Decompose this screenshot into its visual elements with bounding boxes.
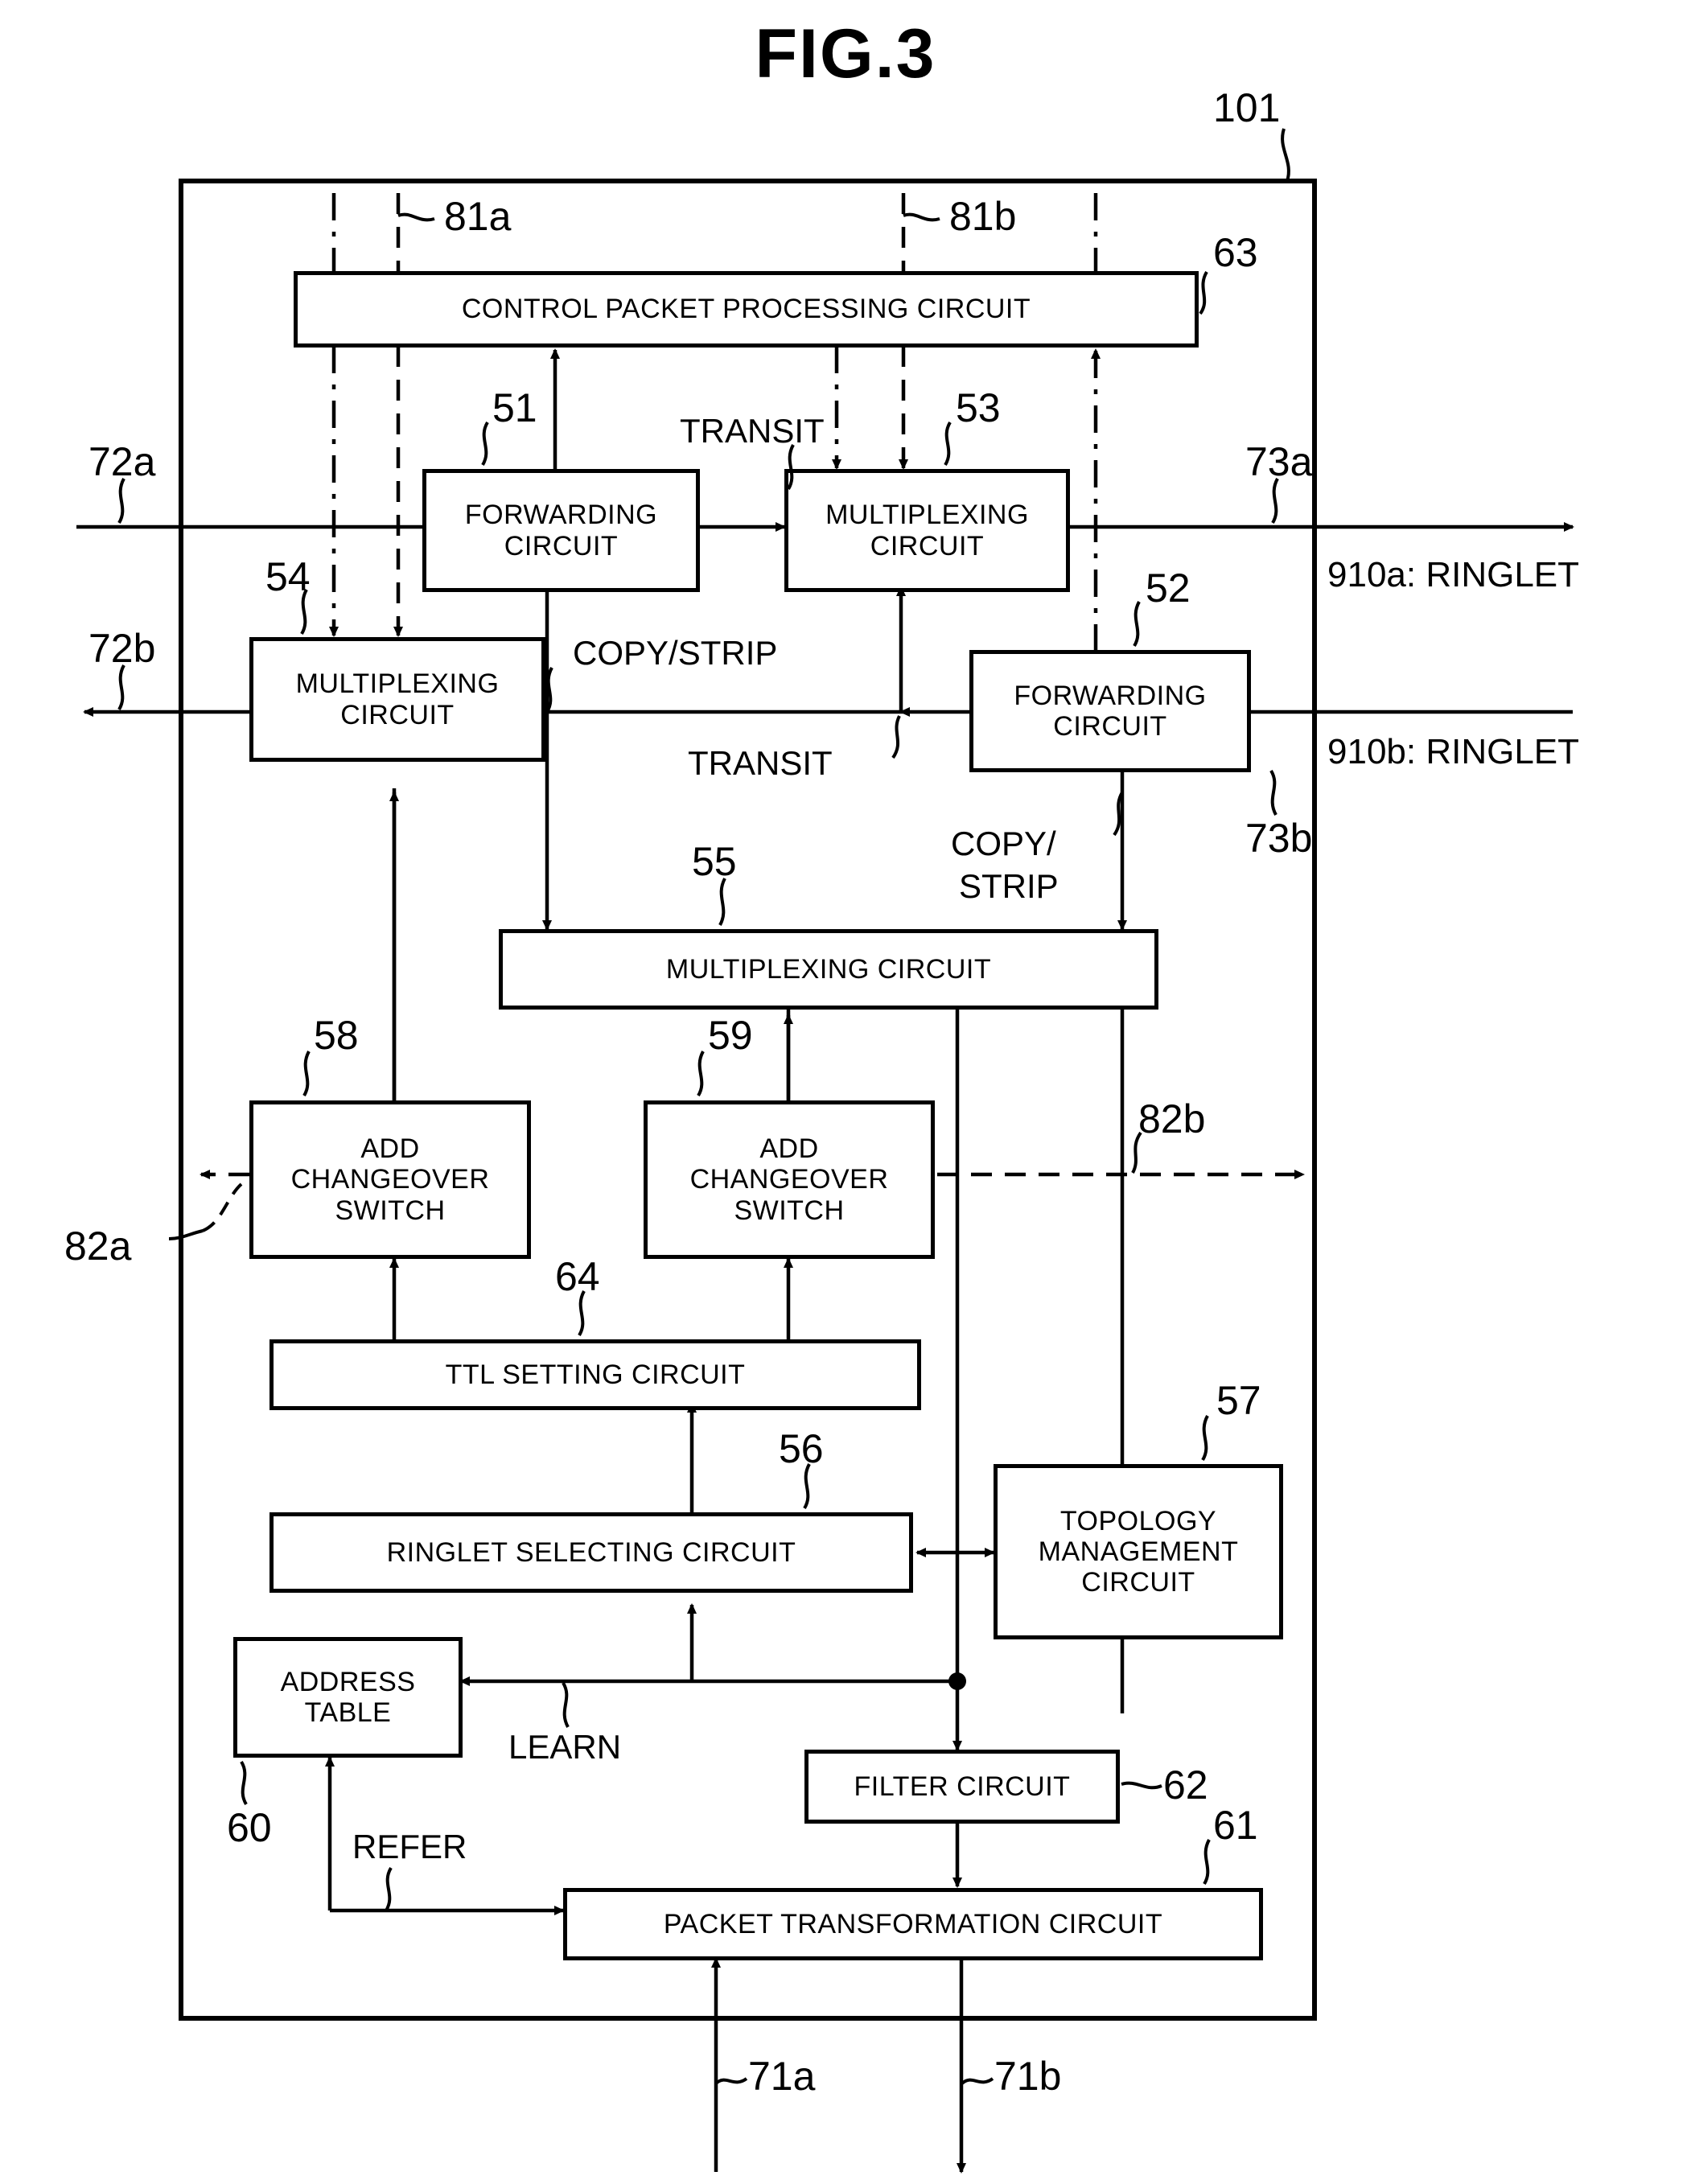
ref-57: 57	[1216, 1378, 1261, 1423]
ref-55: 55	[692, 839, 737, 884]
patent-figure-canvas: FIG.3 CONTROL PACKET PROCESSING CIRCUIT …	[0, 0, 1691, 2184]
control-packet-processing-circuit-block[interactable]: CONTROL PACKET PROCESSING CIRCUIT	[294, 271, 1199, 348]
topology-management-circuit-label-line1: TOPOLOGY	[1059, 1505, 1217, 1536]
ringlet-selecting-circuit-block[interactable]: RINGLET SELECTING CIRCUIT	[269, 1512, 913, 1593]
multiplexing-circuit-55-block[interactable]: MULTIPLEXING CIRCUIT	[499, 929, 1158, 1010]
ref-64: 64	[555, 1254, 600, 1299]
topology-management-circuit-label-line2: MANAGEMENT	[1038, 1536, 1239, 1567]
copy-strip-left-label: COPY/STRIP	[573, 634, 778, 672]
learn-label: LEARN	[508, 1728, 622, 1766]
multiplexing-circuit-54-block[interactable]: MULTIPLEXING CIRCUIT	[249, 637, 545, 762]
multiplexing-circuit-54-label-line2: CIRCUIT	[340, 699, 455, 730]
ref-73b: 73b	[1245, 816, 1313, 861]
topology-management-circuit-label-line3: CIRCUIT	[1081, 1567, 1195, 1598]
ref-73a: 73a	[1245, 439, 1313, 484]
ref-54: 54	[265, 554, 311, 599]
add-changeover-switch-59-label-line2: CHANGEOVER	[689, 1164, 889, 1195]
ref-61: 61	[1213, 1803, 1258, 1848]
figure-title: FIG.3	[755, 15, 936, 93]
address-table-label-line2: TABLE	[304, 1697, 392, 1728]
forwarding-circuit-52-block[interactable]: FORWARDING CIRCUIT	[969, 650, 1251, 772]
forwarding-circuit-52-label-line2: CIRCUIT	[1053, 711, 1167, 742]
ref-60: 60	[227, 1805, 272, 1850]
ref-56: 56	[779, 1426, 824, 1471]
topology-management-circuit-block[interactable]: TOPOLOGY MANAGEMENT CIRCUIT	[994, 1464, 1283, 1639]
add-changeover-switch-59-label-line1: ADD	[759, 1133, 819, 1165]
forwarding-circuit-52-label-line1: FORWARDING	[1014, 680, 1207, 711]
ringlet-910b-label: 910b: RINGLET	[1327, 732, 1580, 771]
ref-71b: 71b	[994, 2054, 1062, 2099]
ref-53: 53	[956, 385, 1001, 430]
forwarding-circuit-51-block[interactable]: FORWARDING CIRCUIT	[422, 469, 700, 592]
ref-81a: 81a	[444, 194, 512, 239]
ref-52: 52	[1146, 566, 1191, 611]
filter-circuit-label: FILTER CIRCUIT	[854, 1771, 1071, 1802]
ref-62: 62	[1163, 1762, 1208, 1808]
copy-strip-right-label-line1: COPY/	[951, 825, 1056, 862]
multiplexing-circuit-53-block[interactable]: MULTIPLEXING CIRCUIT	[784, 469, 1070, 592]
ref-82b: 82b	[1138, 1096, 1206, 1141]
ref-51: 51	[492, 385, 537, 430]
forwarding-circuit-51-label-line1: FORWARDING	[464, 500, 658, 531]
ref-72b: 72b	[88, 626, 156, 671]
ttl-setting-circuit-block[interactable]: TTL SETTING CIRCUIT	[269, 1339, 921, 1410]
filter-circuit-block[interactable]: FILTER CIRCUIT	[804, 1750, 1120, 1824]
packet-transformation-circuit-label: PACKET TRANSFORMATION CIRCUIT	[663, 1908, 1163, 1939]
add-changeover-switch-59-block[interactable]: ADD CHANGEOVER SWITCH	[644, 1100, 935, 1259]
refer-label: REFER	[352, 1828, 467, 1865]
add-changeover-switch-59-label-line3: SWITCH	[734, 1195, 845, 1226]
ref-59: 59	[708, 1013, 753, 1058]
ref-71a: 71a	[748, 2054, 816, 2099]
ref-63: 63	[1213, 230, 1258, 275]
multiplexing-circuit-54-label-line1: MULTIPLEXING	[295, 668, 500, 700]
multiplexing-circuit-53-label-line1: MULTIPLEXING	[825, 500, 1029, 531]
add-changeover-switch-58-label-line3: SWITCH	[335, 1195, 446, 1226]
address-table-label-line1: ADDRESS	[280, 1666, 416, 1697]
ref-101: 101	[1213, 85, 1281, 130]
ref-72a: 72a	[88, 439, 156, 484]
add-changeover-switch-58-label-line2: CHANGEOVER	[290, 1164, 490, 1195]
ref-82a: 82a	[64, 1224, 132, 1269]
multiplexing-circuit-55-label: MULTIPLEXING CIRCUIT	[665, 953, 992, 985]
transit-bottom-label: TRANSIT	[688, 744, 833, 782]
address-table-block[interactable]: ADDRESS TABLE	[233, 1637, 463, 1758]
packet-transformation-circuit-block[interactable]: PACKET TRANSFORMATION CIRCUIT	[563, 1888, 1263, 1960]
ref-81b: 81b	[949, 194, 1017, 239]
copy-strip-right-label-line2: STRIP	[959, 867, 1059, 905]
ringlet-selecting-circuit-label: RINGLET SELECTING CIRCUIT	[386, 1536, 796, 1568]
ringlet-910a-label: 910a: RINGLET	[1327, 555, 1580, 594]
ttl-setting-circuit-label: TTL SETTING CIRCUIT	[445, 1359, 746, 1390]
transit-top-label: TRANSIT	[680, 412, 825, 450]
control-packet-processing-circuit-label: CONTROL PACKET PROCESSING CIRCUIT	[461, 294, 1031, 325]
ref-58: 58	[314, 1013, 359, 1058]
multiplexing-circuit-53-label-line2: CIRCUIT	[870, 530, 985, 561]
add-changeover-switch-58-block[interactable]: ADD CHANGEOVER SWITCH	[249, 1100, 531, 1259]
forwarding-circuit-51-label-line2: CIRCUIT	[504, 530, 619, 561]
add-changeover-switch-58-label-line1: ADD	[360, 1133, 420, 1165]
